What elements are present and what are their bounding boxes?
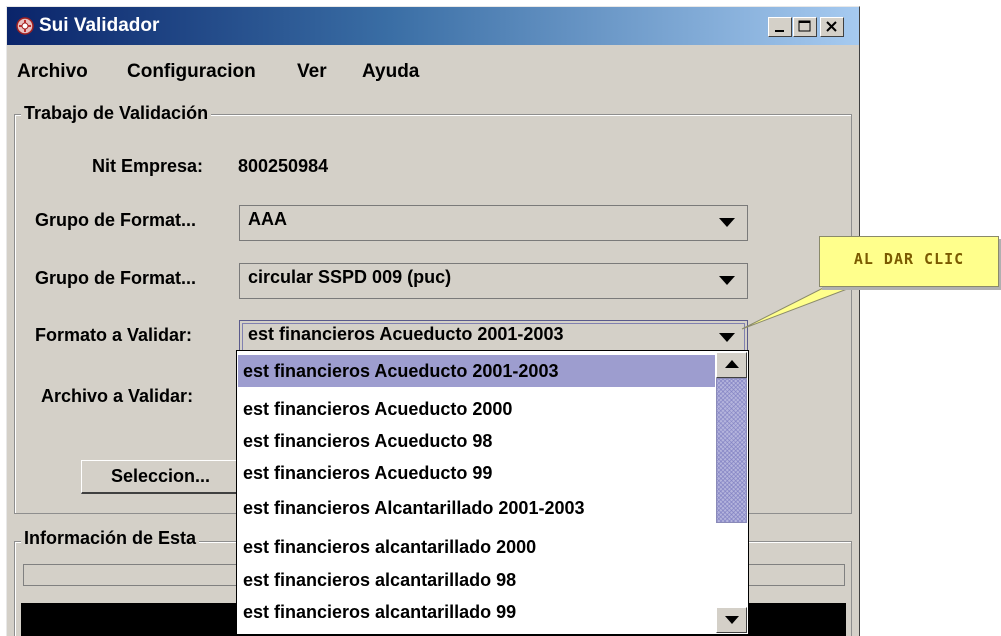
app-logo-icon xyxy=(16,17,34,35)
menu-archivo[interactable]: Archivo xyxy=(17,61,88,83)
info-group-title: Información de Esta xyxy=(21,528,200,549)
window-title: Sui Validador xyxy=(39,15,160,36)
dropdown-item[interactable]: est financieros alcantarillado 98 xyxy=(238,564,715,596)
archivo-label: Archivo a Validar: xyxy=(41,386,194,406)
menu-ayuda[interactable]: Ayuda xyxy=(362,61,419,83)
scroll-up-button[interactable] xyxy=(716,352,747,378)
formato-value: est financieros Acueducto 2001-2003 xyxy=(248,324,564,344)
dropdown-item[interactable]: est financieros Acueducto 2000 xyxy=(238,393,715,425)
chevron-down-icon xyxy=(725,616,739,624)
dropdown-item[interactable]: est financieros alcantarillado 2000 xyxy=(238,531,715,563)
chevron-down-icon xyxy=(719,276,735,285)
close-icon xyxy=(826,21,837,32)
grupo2-label: Grupo de Format... xyxy=(35,268,197,288)
dropdown-scrollbar[interactable] xyxy=(716,352,747,633)
menu-ver[interactable]: Ver xyxy=(297,61,327,83)
minimize-button[interactable] xyxy=(768,17,792,37)
menu-configuracion[interactable]: Configuracion xyxy=(127,61,256,83)
dropdown-item[interactable]: est financieros alcantarillado 99 xyxy=(238,596,715,628)
seleccion-button[interactable]: Seleccion... xyxy=(81,460,241,494)
maximize-icon xyxy=(798,20,811,32)
title-bar[interactable]: Sui Validador xyxy=(7,7,859,45)
chevron-up-icon xyxy=(725,360,739,368)
grupo1-label: Grupo de Format... xyxy=(35,210,197,230)
dropdown-item[interactable]: est financieros Acueducto 99 xyxy=(238,457,715,489)
maximize-button[interactable] xyxy=(793,17,817,37)
dropdown-item[interactable]: est financieros Acueducto 98 xyxy=(238,425,715,457)
grupo1-combo[interactable]: AAA xyxy=(239,205,748,241)
formato-dropdown-list: est financieros Acueducto 2001-2003 est … xyxy=(236,350,749,635)
scroll-down-button[interactable] xyxy=(716,607,747,633)
chevron-down-icon xyxy=(719,218,735,227)
dropdown-item[interactable]: est financieros Alcantarillado 2001-2003 xyxy=(238,492,715,524)
formato-label: Formato a Validar: xyxy=(35,325,193,345)
grupo1-value: AAA xyxy=(248,209,287,229)
trabajo-group-title: Trabajo de Validación xyxy=(21,103,212,124)
callout-text: AL DAR CLIC xyxy=(853,250,965,268)
grupo2-combo[interactable]: circular SSPD 009 (puc) xyxy=(239,263,748,299)
chevron-down-icon xyxy=(719,333,735,342)
dropdown-item[interactable]: est financieros Acueducto 2001-2003 xyxy=(238,355,715,387)
callout-note: AL DAR CLIC xyxy=(819,236,999,287)
grupo2-value: circular SSPD 009 (puc) xyxy=(248,267,452,287)
nit-label: Nit Empresa: xyxy=(92,156,204,176)
nit-value: 800250984 xyxy=(238,156,329,176)
scroll-thumb[interactable] xyxy=(716,378,747,523)
close-button[interactable] xyxy=(820,17,844,37)
minimize-icon xyxy=(775,30,784,32)
